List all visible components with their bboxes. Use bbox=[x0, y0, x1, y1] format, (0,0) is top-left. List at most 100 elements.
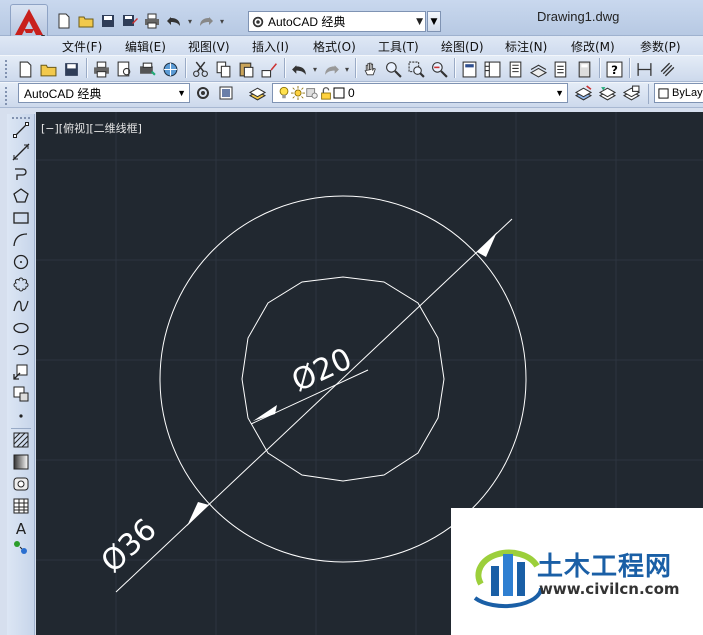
insert-block-button[interactable] bbox=[10, 362, 32, 382]
watermark-url: www.civilcn.com bbox=[539, 580, 680, 598]
document-title: Drawing1.dwg bbox=[537, 9, 620, 24]
redo-dropdown-icon[interactable]: ▾ bbox=[218, 11, 226, 31]
table-button[interactable] bbox=[10, 496, 32, 516]
tb-copy-button[interactable] bbox=[212, 58, 234, 80]
region-icon bbox=[13, 477, 29, 491]
tb-pan-button[interactable] bbox=[359, 58, 381, 80]
tb-design-center-button[interactable] bbox=[481, 58, 503, 80]
make-current-layer-button[interactable] bbox=[572, 83, 594, 103]
make-block-button[interactable] bbox=[10, 384, 32, 404]
draw-rectangle-button[interactable] bbox=[10, 208, 32, 228]
draw-arc-button[interactable] bbox=[10, 230, 32, 250]
redo-button[interactable] bbox=[196, 11, 216, 31]
add-selected-button[interactable] bbox=[10, 538, 32, 558]
plot-button[interactable] bbox=[142, 11, 162, 31]
menu-tools[interactable]: 工具(T) bbox=[378, 38, 419, 55]
paintbrush-icon bbox=[261, 62, 277, 77]
hatch-button[interactable] bbox=[10, 430, 32, 450]
make-current-icon bbox=[574, 84, 592, 100]
viewport-controls-label[interactable]: [−][俯视][二维线框] bbox=[41, 120, 142, 136]
tb-redo-dropdown-icon[interactable]: ▾ bbox=[343, 59, 351, 79]
tb-zoom-previous-button[interactable] bbox=[428, 58, 450, 80]
menu-dimension[interactable]: 标注(N) bbox=[505, 38, 547, 55]
menu-parametric[interactable]: 参数(P) bbox=[640, 38, 681, 55]
draw-polygon-button[interactable] bbox=[10, 186, 32, 206]
draw-toolbar: A bbox=[7, 114, 35, 635]
toolbar-separator bbox=[626, 58, 632, 80]
tb-undo-button[interactable] bbox=[288, 58, 310, 80]
toolbar-grip[interactable] bbox=[4, 59, 8, 79]
palette-icon bbox=[509, 61, 521, 77]
paste-icon bbox=[239, 62, 253, 77]
menu-view[interactable]: 视图(V) bbox=[188, 38, 230, 55]
customize-qat-button[interactable]: ▼ bbox=[427, 11, 441, 32]
tb-sheet-set-button[interactable] bbox=[527, 58, 549, 80]
draw-line-button[interactable] bbox=[10, 120, 32, 140]
undo-icon bbox=[291, 64, 306, 75]
layer-previous-button[interactable] bbox=[596, 83, 618, 103]
draw-ellipse-arc-button[interactable] bbox=[10, 340, 32, 360]
tb-undo-dropdown-icon[interactable]: ▾ bbox=[311, 59, 319, 79]
toolbar-grip[interactable] bbox=[4, 86, 8, 106]
workspace-combo[interactable]: AutoCAD 经典 ▼ bbox=[18, 83, 190, 103]
workspace-settings-button[interactable] bbox=[193, 83, 213, 103]
tb-markup-button[interactable] bbox=[550, 58, 572, 80]
tb-properties-button[interactable] bbox=[458, 58, 480, 80]
menu-modify[interactable]: 修改(M) bbox=[571, 38, 615, 55]
new-button[interactable] bbox=[54, 11, 74, 31]
tb-tool-palettes-button[interactable] bbox=[504, 58, 526, 80]
dimension-arrowhead bbox=[253, 405, 277, 421]
tb-open-button[interactable] bbox=[37, 58, 59, 80]
workspace-switcher[interactable]: AutoCAD 经典 ▼ bbox=[248, 11, 426, 32]
tb-cut-button[interactable] bbox=[189, 58, 211, 80]
tb-plot-button[interactable] bbox=[90, 58, 112, 80]
save-button[interactable] bbox=[98, 11, 118, 31]
tb-help-button[interactable]: ? bbox=[603, 58, 625, 80]
dimension-arrowhead bbox=[477, 232, 497, 257]
save-icon bbox=[64, 62, 78, 76]
tb-preview-button[interactable] bbox=[113, 58, 135, 80]
tb-zoom-realtime-button[interactable] bbox=[382, 58, 404, 80]
draw-point-button[interactable] bbox=[10, 406, 32, 426]
viewport-freeze-icon bbox=[306, 88, 318, 99]
undo-dropdown-icon[interactable]: ▾ bbox=[186, 11, 194, 31]
tb-paste-button[interactable] bbox=[235, 58, 257, 80]
region-button[interactable] bbox=[10, 474, 32, 494]
draw-construction-line-button[interactable] bbox=[10, 142, 32, 162]
multiline-text-button[interactable]: A bbox=[10, 518, 32, 538]
inner-dimension-text[interactable]: Ø20 bbox=[287, 341, 358, 399]
tb-match-prop-button[interactable] bbox=[258, 58, 280, 80]
menu-file[interactable]: 文件(F) bbox=[62, 38, 102, 55]
outer-dimension-text[interactable]: Ø36 bbox=[95, 512, 164, 580]
menu-format[interactable]: 格式(O) bbox=[313, 38, 356, 55]
tb-publish-button[interactable] bbox=[136, 58, 158, 80]
tb-new-button[interactable] bbox=[14, 58, 36, 80]
my-workspace-button[interactable] bbox=[216, 83, 236, 103]
gradient-button[interactable] bbox=[10, 452, 32, 472]
open-button[interactable] bbox=[76, 11, 96, 31]
draw-polyline-button[interactable] bbox=[10, 164, 32, 184]
menu-insert[interactable]: 插入(I) bbox=[252, 38, 289, 55]
tb-zoom-window-button[interactable] bbox=[405, 58, 427, 80]
undo-button[interactable] bbox=[164, 11, 184, 31]
draw-circle-button[interactable] bbox=[10, 252, 32, 272]
layer-state-button[interactable] bbox=[620, 83, 642, 103]
aligned-dimension-icon bbox=[660, 62, 674, 76]
draw-spline-button[interactable] bbox=[10, 296, 32, 316]
draw-revcloud-button[interactable] bbox=[10, 274, 32, 294]
save-as-button[interactable] bbox=[120, 11, 140, 31]
color-control-combo[interactable]: ByLaye bbox=[654, 83, 703, 103]
menu-edit[interactable]: 编辑(E) bbox=[125, 38, 166, 55]
menu-draw[interactable]: 绘图(D) bbox=[441, 38, 484, 55]
draw-ellipse-button[interactable] bbox=[10, 318, 32, 338]
tb-calculator-button[interactable] bbox=[573, 58, 595, 80]
arc-icon bbox=[13, 233, 28, 247]
tb-3d-print-button[interactable] bbox=[159, 58, 181, 80]
tb-save-button[interactable] bbox=[60, 58, 82, 80]
tb-linear-dim-button[interactable] bbox=[633, 58, 655, 80]
layer-combo[interactable]: 0 ▼ bbox=[272, 83, 568, 103]
circle-icon bbox=[13, 254, 29, 270]
tb-redo-button[interactable] bbox=[320, 58, 342, 80]
tb-aligned-dim-button[interactable] bbox=[656, 58, 678, 80]
layer-properties-button[interactable] bbox=[246, 83, 268, 103]
